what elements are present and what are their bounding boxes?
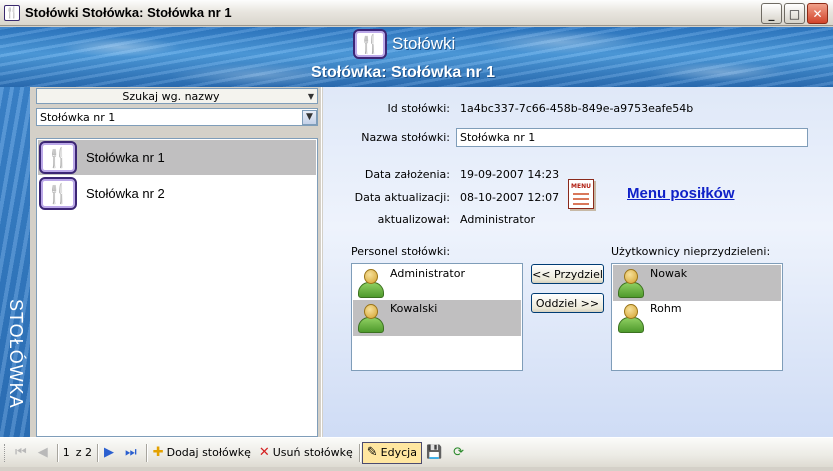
updated-value: 08-10-2007 12:07 — [460, 191, 560, 204]
unassigned-list[interactable]: Nowak Rohm — [611, 263, 783, 371]
menu-doc-header: MENU — [571, 183, 591, 190]
app-name: Stołówki — [392, 34, 456, 53]
refresh-button[interactable]: ⟳ — [449, 442, 471, 464]
cutlery-plate-icon: 🍴 — [39, 177, 77, 210]
staff-label: Personel stołówki: — [351, 245, 451, 258]
updated-label: Data aktualizacji: — [354, 191, 450, 204]
menu-doc-line — [573, 198, 589, 200]
window-controls: _ □ ✕ — [761, 3, 828, 24]
list-item[interactable]: 🍴 Stołówka nr 2 — [38, 176, 316, 211]
id-label: Id stołówki: — [387, 102, 450, 115]
edit-icon: ✎ — [366, 445, 378, 460]
edit-button[interactable]: ✎ Edycja — [361, 441, 422, 464]
search-value: Stołówka nr 1 — [40, 110, 116, 124]
refresh-icon: ⟳ — [453, 445, 465, 460]
list-item[interactable]: Administrator — [353, 265, 521, 301]
cutlery-plate-icon: 🍴 — [353, 29, 387, 59]
delete-button[interactable]: ✕ Usuń stołówkę — [255, 442, 357, 464]
last-icon: ⏭ — [124, 445, 137, 460]
list-item[interactable]: Kowalski — [353, 300, 521, 336]
search-mode-value: Szukaj wg. nazwy — [122, 89, 220, 103]
separator — [358, 443, 360, 462]
canteen-list[interactable]: 🍴 Stołówka nr 1 🍴 Stołówka nr 2 — [36, 138, 318, 437]
unassigned-label: Użytkownicy nieprzydzieleni: — [611, 245, 771, 258]
user-avatar-icon — [616, 268, 644, 298]
details-panel: Id stołówki: 1a4bc337-7c66-458b-849e-a97… — [323, 87, 833, 437]
bottom-toolbar: ⏮ ◀ 1 z 2 ▶ ⏭ ✚ Dodaj stołówkę ✕ Usuń st… — [0, 437, 833, 467]
user-avatar-icon — [356, 303, 384, 333]
title-bar: 🍴 Stołówki Stołówka: Stołówka nr 1 _ □ ✕ — [0, 0, 833, 26]
updated-by-value: Administrator — [460, 213, 535, 226]
side-band-label: STOŁÓWKA — [6, 299, 26, 409]
list-item-label: Stołówka nr 2 — [86, 186, 165, 201]
page-current[interactable]: 1 — [60, 446, 73, 459]
menu-document-icon[interactable]: MENU — [568, 179, 594, 209]
add-label: Dodaj stołówkę — [166, 446, 251, 459]
user-avatar-icon — [356, 268, 384, 298]
list-item[interactable]: Rohm — [613, 300, 781, 336]
app-icon: 🍴 — [4, 4, 20, 21]
separator — [96, 443, 98, 462]
assign-button[interactable]: << Przydziel — [531, 264, 604, 284]
save-icon: 💾 — [425, 445, 443, 460]
person-name: Administrator — [390, 267, 465, 280]
menu-doc-line — [573, 203, 589, 205]
edit-label: Edycja — [380, 446, 417, 459]
person-name: Kowalski — [390, 302, 438, 315]
list-item[interactable]: Nowak — [613, 265, 781, 301]
menu-link[interactable]: Menu posiłków — [627, 185, 735, 202]
header-banner: 🍴 Stołówki Stołówka: Stołówka nr 1 — [0, 27, 833, 87]
maximize-button[interactable]: □ — [784, 3, 805, 24]
created-label: Data założenia: — [364, 168, 450, 181]
search-mode-select[interactable]: Szukaj wg. nazwy ▼ — [36, 88, 318, 104]
delete-icon: ✕ — [258, 445, 270, 460]
cutlery-plate-icon: 🍴 — [39, 141, 77, 174]
minimize-button[interactable]: _ — [761, 3, 782, 24]
separator — [56, 443, 58, 462]
brand: 🍴 Stołówki — [353, 29, 455, 59]
left-panel: Szukaj wg. nazwy ▼ Stołówka nr 1 ▼ 🍴 Sto… — [30, 87, 322, 437]
menu-doc-line — [573, 193, 589, 195]
list-item[interactable]: 🍴 Stołówka nr 1 — [38, 140, 316, 175]
first-icon: ⏮ — [15, 445, 27, 460]
name-field[interactable]: Stołówka nr 1 — [456, 128, 808, 147]
add-button[interactable]: ✚ Dodaj stołówkę — [149, 442, 255, 464]
person-name: Rohm — [650, 302, 682, 315]
add-icon: ✚ — [152, 445, 164, 460]
page-total: z 2 — [75, 446, 92, 459]
person-name: Nowak — [650, 267, 688, 280]
next-record-button[interactable]: ▶ — [100, 442, 121, 464]
name-label: Nazwa stołówki: — [361, 131, 450, 144]
page-title: Stołówka: Stołówka nr 1 — [311, 64, 496, 81]
search-value-select[interactable]: Stołówka nr 1 ▼ — [36, 108, 318, 126]
first-record-button[interactable]: ⏮ — [11, 442, 34, 464]
close-button[interactable]: ✕ — [807, 3, 828, 24]
chevron-down-icon: ▼ — [307, 91, 315, 101]
toolbar-grip[interactable] — [4, 443, 7, 462]
separator — [145, 443, 147, 462]
detach-button[interactable]: Oddziel >> — [531, 293, 604, 313]
prev-icon: ◀ — [37, 445, 48, 460]
chevron-down-icon[interactable]: ▼ — [302, 109, 317, 125]
list-item-label: Stołówka nr 1 — [86, 150, 165, 165]
last-record-button[interactable]: ⏭ — [121, 442, 144, 464]
next-icon: ▶ — [103, 445, 114, 460]
created-value: 19-09-2007 14:23 — [460, 168, 560, 181]
staff-list[interactable]: Administrator Kowalski — [351, 263, 523, 371]
window-title: Stołówki Stołówka: Stołówka nr 1 — [25, 5, 232, 20]
id-value: 1a4bc337-7c66-458b-849e-a9753eafe54b — [460, 102, 694, 115]
user-avatar-icon — [616, 303, 644, 333]
prev-record-button[interactable]: ◀ — [34, 442, 55, 464]
delete-label: Usuń stołówkę — [272, 446, 353, 459]
save-button[interactable]: 💾 — [422, 442, 449, 464]
side-band: STOŁÓWKA — [0, 87, 30, 437]
updated-by-label: aktualizował: — [377, 213, 450, 226]
